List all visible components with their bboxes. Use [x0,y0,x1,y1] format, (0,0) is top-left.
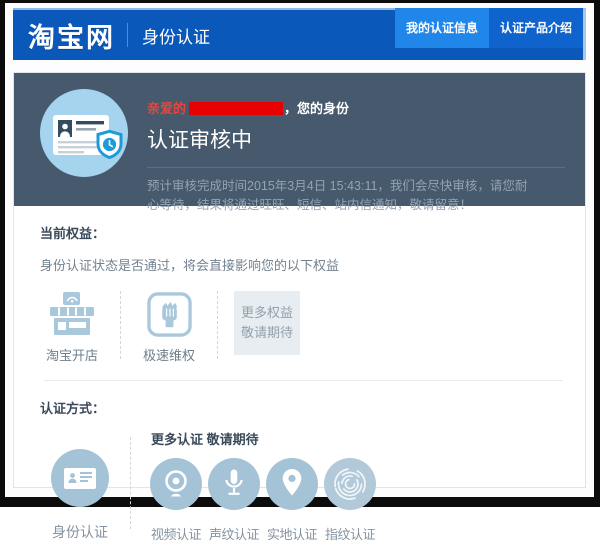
status-panel: 亲爱的 ，您的身份 认证审核中 预计审核完成时间2015年3月4日 15:43:1… [14,73,585,206]
benefits-section: 当前权益： 身份认证状态是否通过，将会直接影响您的以下权益 [14,206,585,380]
shop-icon [40,289,104,337]
methods-section: 认证方式： 身份认证 更多认证 敬请期待 [14,381,585,559]
nav-certification-products[interactable]: 认证产品介绍 [489,8,583,48]
benefit-label: 淘宝开店 [40,345,104,364]
method-label: 实地认证 [263,524,321,543]
method-voiceprint: 声纹认证 [205,458,263,543]
method-video: 视频认证 [147,458,205,543]
fingerprint-icon [324,458,376,510]
panel-divider [147,167,565,168]
benefits-subtitle: 身份认证状态是否通过，将会直接影响您的以下权益 [40,255,559,274]
review-message-line1: 预计审核完成时间2015年3月4日 15:43:11，我们会尽快审核，请您耐 [147,177,565,196]
page-title: 身份认证 [142,23,210,48]
more-methods-group: 更多认证 敬请期待 视频认证 [147,425,379,543]
method-fingerprint: 指纹认证 [321,458,379,543]
nav-my-certification-info[interactable]: 我的认证信息 [395,8,489,48]
method-label: 视频认证 [147,524,205,543]
redacted-username [189,102,283,115]
status-text-block: 亲爱的 ，您的身份 认证审核中 预计审核完成时间2015年3月4日 15:43:1… [147,73,585,215]
method-label: 指纹认证 [321,524,379,543]
content-card: 亲爱的 ，您的身份 认证审核中 预计审核完成时间2015年3月4日 15:43:1… [13,72,586,488]
review-message-line2: 心等待，结果将通过旺旺、短信、站内信通知，敬请留意！ [147,196,565,215]
top-gap [13,60,586,72]
benefit-open-shop: 淘宝开店 [40,289,104,364]
method-label: 声纹认证 [205,524,263,543]
methods-title: 认证方式： [40,398,559,417]
benefit-fast-rights: 极速维权 [137,289,201,364]
more-methods-title: 更多认证 敬请期待 [151,429,379,448]
more-benefits-box: 更多权益 敬请期待 [234,291,300,355]
methods-row: 身份认证 更多认证 敬请期待 视频认证 [40,425,559,543]
review-message: 预计审核完成时间2015年3月4日 15:43:11，我们会尽快审核，请您耐 心… [147,177,565,215]
taobao-logo[interactable]: 淘宝网 [28,16,115,55]
greeting-suffix: ，您的身份 [284,101,349,116]
top-navigation-bar: 淘宝网 身份认证 我的认证信息 认证产品介绍 [13,8,586,60]
top-nav: 我的认证信息 认证产品介绍 [395,8,583,48]
method-label: 身份认证 [40,522,120,542]
logo-divider [127,23,128,47]
benefits-divider-1 [120,291,121,359]
method-identity: 身份认证 [40,425,120,542]
fist-icon [137,289,201,337]
webcam-icon [150,458,202,510]
greeting-prefix: 亲爱的 [147,101,186,116]
location-pin-icon [266,458,318,510]
id-card-icon [51,449,109,507]
screenshot-frame: 淘宝网 身份认证 我的认证信息 认证产品介绍 [0,0,600,507]
more-benefits-line2: 敬请期待 [234,323,300,343]
review-status-title: 认证审核中 [147,124,565,154]
methods-divider [130,437,131,529]
benefit-label: 极速维权 [137,345,201,364]
greeting-line: 亲爱的 ，您的身份 [147,98,565,117]
more-methods-items: 视频认证 声纹认证 [147,458,379,543]
microphone-icon [208,458,260,510]
more-benefits-line1: 更多权益 [234,303,300,323]
benefits-title: 当前权益： [40,223,559,242]
benefits-divider-2 [217,291,218,359]
benefits-row: 淘宝开店 [40,289,559,364]
method-onsite: 实地认证 [263,458,321,543]
id-card-review-icon [40,89,128,182]
